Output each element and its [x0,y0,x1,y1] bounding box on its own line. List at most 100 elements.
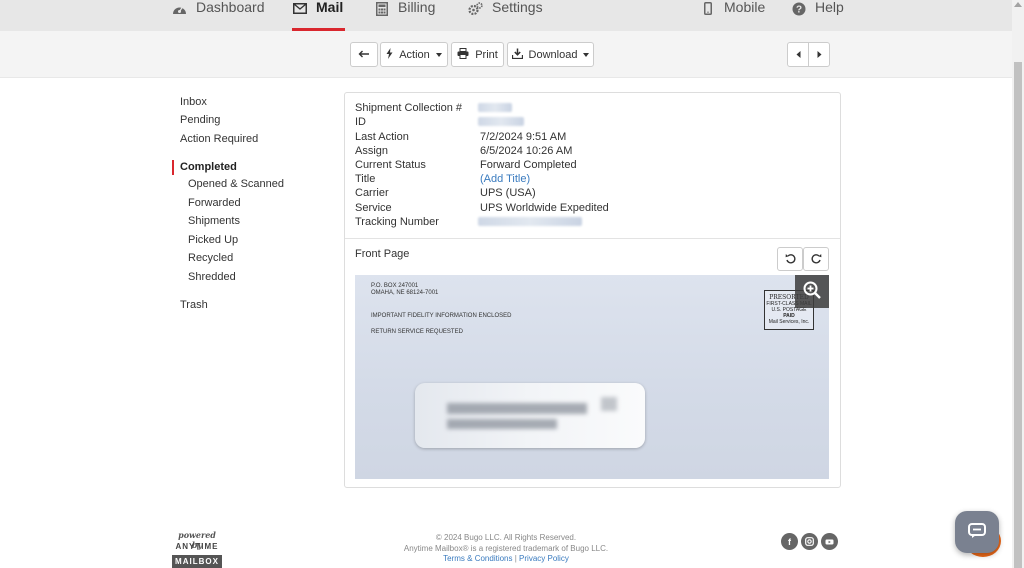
envelope-scan-image: P.O. BOX 247001 OMAHA, NE 68124-7001 IMP… [355,275,829,479]
service-value: UPS Worldwide Expedited [480,202,609,214]
assign-label: Assign [355,145,389,157]
envelope-window [415,383,645,448]
caret-right-icon [817,49,822,61]
privacy-link[interactable]: Privacy Policy [519,554,569,563]
nav-help[interactable]: ? Help [791,0,844,31]
nav-mail[interactable]: Mail [292,0,346,31]
carrier-label: Carrier [355,187,389,199]
printer-icon [457,47,469,62]
zoom-in-icon [803,281,821,302]
sidebar-item-opened-scanned[interactable]: Opened & Scanned [188,178,284,190]
scroll-up-arrow-icon[interactable] [1014,2,1022,7]
facebook-icon[interactable]: f [781,533,798,550]
front-page-label: Front Page [355,248,410,260]
print-label: Print [475,48,498,61]
print-button[interactable]: Print [451,42,504,67]
question-circle-icon: ? [791,1,806,16]
footer-link-separator: | [514,554,517,563]
envelope-notice: IMPORTANT FIDELITY INFORMATION ENCLOSED [371,313,512,319]
rotate-left-icon [785,252,796,267]
carrier-value: UPS (USA) [480,187,536,199]
download-icon [511,48,523,62]
collection-label: Shipment Collection # [355,102,463,114]
title-label: Title [355,173,376,185]
top-nav: Dashboard Mail Billing Settings Mobile ?… [0,0,1012,31]
sidebar-item-shredded[interactable]: Shredded [188,271,236,283]
action-dropdown-button[interactable]: Action [380,42,448,67]
nav-settings[interactable]: Settings [468,0,543,31]
youtube-icon[interactable] [821,533,838,550]
return-service-text: RETURN SERVICE REQUESTED [371,329,463,335]
footer-links: Terms & Conditions | Privacy Policy [356,554,656,563]
return-address-line2: OMAHA, NE 68124-7001 [371,290,439,296]
assign-value: 6/5/2024 10:26 AM [480,145,573,157]
chat-bubble-icon [968,522,986,542]
sidebar-item-trash[interactable]: Trash [180,299,208,311]
back-button[interactable] [350,42,378,67]
tracking-number-label: Tracking Number [355,216,439,228]
bolt-icon [386,47,393,62]
panel-divider [345,238,840,239]
next-item-button[interactable] [808,42,830,67]
sidebar-item-recycled[interactable]: Recycled [188,252,233,264]
sidebar-item-picked-up[interactable]: Picked Up [188,234,238,246]
nav-dashboard[interactable]: Dashboard [172,0,265,31]
download-label: Download [528,48,578,61]
nav-help-label: Help [815,0,844,15]
sidebar-active-indicator [172,160,174,175]
add-title-link[interactable]: (Add Title) [480,173,530,185]
action-label: Action [399,48,430,61]
gears-icon [468,1,483,16]
toolbar: Action Print Download [0,31,1012,78]
download-dropdown-button[interactable]: Download [507,42,594,67]
sidebar-item-shipments[interactable]: Shipments [188,215,240,227]
caret-down-icon [435,52,442,57]
anytime-mailbox-logo-top: ANYTIME [175,542,219,551]
current-status-value: Forward Completed [480,159,577,171]
nav-dashboard-label: Dashboard [196,0,265,15]
nav-mobile[interactable]: Mobile [700,0,765,31]
recipient-redacted-line2 [447,419,557,429]
current-status-label: Current Status [355,159,426,171]
caret-down-icon [583,52,590,57]
last-action-value: 7/2/2024 9:51 AM [480,131,567,143]
nav-mail-label: Mail [316,0,344,15]
previous-item-button[interactable] [787,42,809,67]
rotate-left-button[interactable] [777,247,803,271]
stamp-line5: Mail Services, Inc. [768,319,810,325]
recipient-redacted-line1 [447,403,587,414]
sidebar-item-action-required[interactable]: Action Required [180,133,258,145]
dashboard-icon [172,1,187,16]
sidebar-item-pending[interactable]: Pending [180,114,220,126]
instagram-icon[interactable] [801,533,818,550]
terms-link[interactable]: Terms & Conditions [443,554,512,563]
collection-value-redacted [478,103,512,112]
rotate-right-icon [810,252,822,267]
service-label: Service [355,202,392,214]
svg-text:?: ? [795,4,801,15]
mobile-phone-icon [700,1,715,16]
sidebar-item-inbox[interactable]: Inbox [180,96,207,108]
anytime-mailbox-logo-bottom: MAILBOX [172,555,222,568]
id-value-redacted [478,117,524,126]
envelope-icon [292,1,307,16]
zoom-button[interactable] [795,275,829,308]
caret-left-icon [796,49,801,61]
nav-billing[interactable]: Billing [374,0,435,31]
rotate-right-button[interactable] [803,247,829,271]
scrollbar-thumb[interactable] [1014,62,1022,568]
id-label: ID [355,116,366,128]
nav-settings-label: Settings [492,0,543,15]
tracking-number-redacted [478,217,582,226]
trademark-text: Anytime Mailbox® is a registered tradema… [403,544,609,553]
last-action-label: Last Action [355,131,409,143]
arrow-left-icon [358,49,370,61]
sidebar-item-forwarded[interactable]: Forwarded [188,197,241,209]
chat-widget-button[interactable] [955,511,999,553]
nav-billing-label: Billing [398,0,436,15]
return-address-line1: P.O. BOX 247001 [371,283,419,289]
nav-mobile-label: Mobile [724,0,766,15]
copyright-text: © 2024 Bugo LLC. All Rights Reserved. [435,533,577,542]
sidebar-item-completed[interactable]: Completed [180,161,237,173]
barcode-redacted [601,397,617,411]
